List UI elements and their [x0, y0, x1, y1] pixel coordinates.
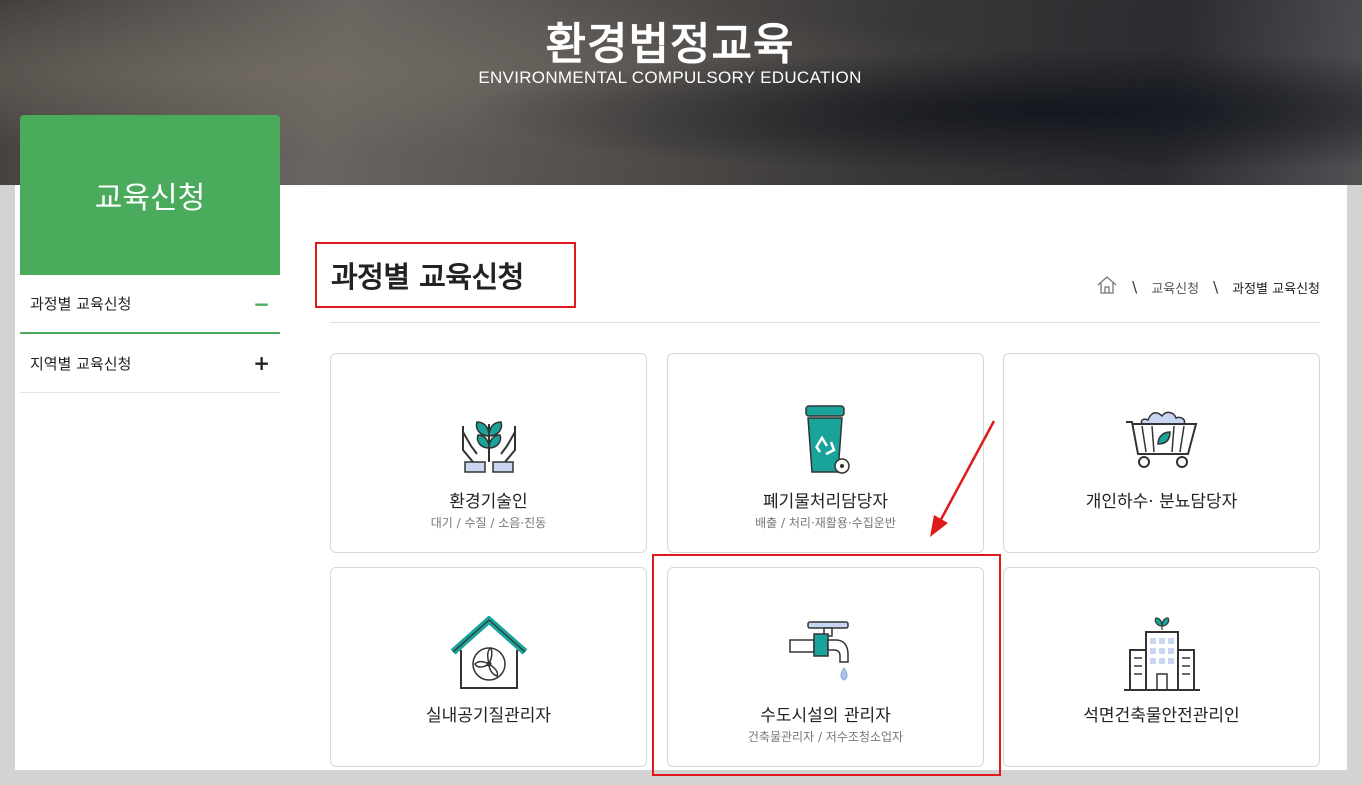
house-fan-icon — [449, 615, 529, 696]
sidebar-menu: 과정별 교육신청 − 지역별 교육신청 + — [20, 275, 280, 393]
home-icon[interactable] — [1096, 275, 1118, 299]
faucet-icon — [786, 616, 866, 696]
card-title: 환경기술인 — [449, 492, 528, 512]
sidebar-heading: 교육신청 — [20, 115, 280, 275]
card-title: 수도시설의 관리자 — [760, 706, 891, 726]
breadcrumb-link[interactable]: 교육신청 — [1151, 278, 1199, 297]
annotation-arrow-icon — [930, 420, 996, 537]
course-card[interactable]: 환경기술인 대기 / 수질 / 소음·진동 — [330, 353, 647, 553]
card-desc: 건축물관리자 / 저수조청소업자 — [747, 730, 904, 744]
building-plant-icon — [1122, 616, 1202, 696]
course-card[interactable]: 실내공기질관리자 — [330, 567, 647, 767]
card-desc: 대기 / 수질 / 소음·진동 — [430, 516, 547, 530]
collapse-icon[interactable]: − — [253, 292, 270, 316]
hands-plant-icon — [449, 402, 529, 482]
banner-subtitle: ENVIRONMENTAL COMPULSORY EDUCATION — [478, 68, 862, 87]
page-title: 과정별 교육신청 — [315, 242, 576, 308]
sidebar-item-label: 지역별 교육신청 — [30, 354, 132, 373]
bottom-strip — [0, 770, 1362, 785]
card-title: 실내공기질관리자 — [425, 706, 552, 726]
breadcrumb-current: 과정별 교육신청 — [1232, 281, 1320, 297]
breadcrumb-separator: \ — [1132, 278, 1138, 296]
card-title: 석면건축물안전관리인 — [1083, 706, 1240, 726]
course-card[interactable]: 개인하수· 분뇨담당자 — [1003, 353, 1320, 553]
course-card[interactable]: 수도시설의 관리자 건축물관리자 / 저수조청소업자 — [667, 567, 984, 767]
banner-title: 환경법정교육 — [545, 19, 795, 70]
cart-icon — [1122, 402, 1202, 482]
course-card[interactable]: 석면건축물안전관리인 — [1003, 567, 1320, 767]
recycle-bin-icon — [786, 402, 866, 482]
sidebar-item-label: 과정별 교육신청 — [30, 295, 132, 313]
sidebar-item-region[interactable]: 지역별 교육신청 + — [20, 334, 280, 393]
expand-icon[interactable]: + — [253, 351, 270, 375]
card-title: 개인하수· 분뇨담당자 — [1085, 492, 1238, 512]
breadcrumb-separator: \ — [1213, 278, 1219, 296]
title-divider — [330, 322, 1320, 323]
breadcrumb: \ 교육신청 \ 과정별 교육신청 — [1096, 275, 1320, 299]
sidebar-item-course[interactable]: 과정별 교육신청 − — [20, 275, 280, 334]
